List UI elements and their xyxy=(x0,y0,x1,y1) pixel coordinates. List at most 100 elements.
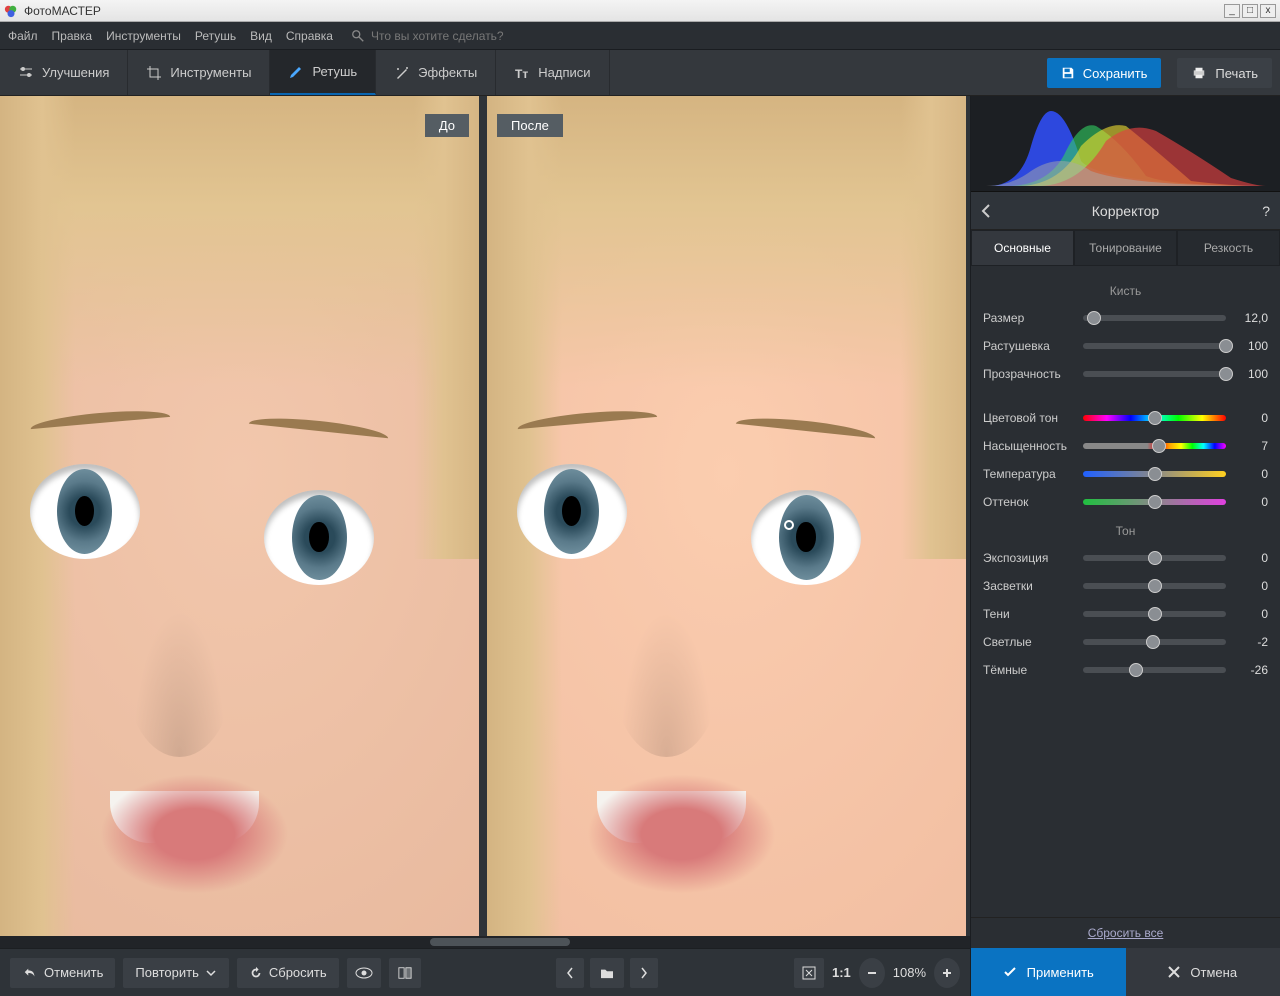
eye-icon xyxy=(355,967,373,979)
panel-tab-sharp[interactable]: Резкость xyxy=(1177,230,1280,266)
tab-text[interactable]: Tт Надписи xyxy=(496,50,609,95)
redo-button[interactable]: Повторить xyxy=(123,958,228,988)
reset-all-link[interactable]: Сбросить все xyxy=(971,917,1280,948)
param-feather-value: 100 xyxy=(1234,339,1268,353)
param-shad: Тени 0 xyxy=(983,600,1268,628)
edit-marker[interactable] xyxy=(832,512,842,522)
nav-next-button[interactable] xyxy=(630,958,658,988)
nav-prev-button[interactable] xyxy=(556,958,584,988)
apply-button[interactable]: Применить xyxy=(971,948,1126,996)
menu-edit[interactable]: Правка xyxy=(52,29,93,43)
param-feather-slider[interactable] xyxy=(1083,343,1226,349)
zoom-11-button[interactable]: 1:1 xyxy=(832,965,851,980)
tab-effects[interactable]: Эффекты xyxy=(376,50,496,95)
menu-help[interactable]: Справка xyxy=(286,29,333,43)
menu-retouch[interactable]: Ретушь xyxy=(195,29,236,43)
view-before[interactable]: До xyxy=(0,96,479,936)
slider-knob[interactable] xyxy=(1146,635,1160,649)
tab-retouch[interactable]: Ретушь xyxy=(270,50,376,95)
undo-label: Отменить xyxy=(44,965,103,980)
param-hue-slider[interactable] xyxy=(1083,415,1226,421)
panel-title: Корректор xyxy=(1092,203,1159,219)
param-black-value: -26 xyxy=(1234,663,1268,677)
param-exp-slider[interactable] xyxy=(1083,555,1226,561)
text-icon: Tт xyxy=(514,65,530,81)
print-label: Печать xyxy=(1215,66,1258,81)
cancel-button[interactable]: Отмена xyxy=(1126,948,1280,996)
param-high: Засветки 0 xyxy=(983,572,1268,600)
panel-tab-basic[interactable]: Основные xyxy=(971,230,1074,266)
panel-back-button[interactable] xyxy=(981,204,991,218)
param-white: Светлые -2 xyxy=(983,628,1268,656)
reset-label: Сбросить xyxy=(269,965,327,980)
search-placeholder[interactable]: Что вы хотите сделать? xyxy=(371,29,504,43)
param-tint: Оттенок 0 xyxy=(983,488,1268,516)
menu-instruments[interactable]: Инструменты xyxy=(106,29,181,43)
slider-knob[interactable] xyxy=(1129,663,1143,677)
compare-toggle-button[interactable] xyxy=(389,958,421,988)
slider-knob[interactable] xyxy=(1219,339,1233,353)
menu-view[interactable]: Вид xyxy=(250,29,272,43)
zoom-out-button[interactable] xyxy=(859,958,885,988)
tab-effects-label: Эффекты xyxy=(418,65,477,80)
param-high-slider[interactable] xyxy=(1083,583,1226,589)
slider-knob[interactable] xyxy=(1148,467,1162,481)
param-size-value: 12,0 xyxy=(1234,311,1268,325)
param-size-slider[interactable] xyxy=(1083,315,1226,321)
reset-button[interactable]: Сбросить xyxy=(237,958,339,988)
param-sat-slider[interactable] xyxy=(1083,443,1226,449)
chevron-down-icon xyxy=(205,967,217,979)
tone-section-label: Тон xyxy=(983,524,1268,538)
window-minimize-button[interactable]: _ xyxy=(1224,4,1240,18)
save-button[interactable]: Сохранить xyxy=(1047,58,1162,88)
param-shad-slider[interactable] xyxy=(1083,611,1226,617)
slider-knob[interactable] xyxy=(1148,495,1162,509)
fit-screen-button[interactable] xyxy=(794,958,824,988)
histogram xyxy=(971,96,1280,192)
param-tint-slider[interactable] xyxy=(1083,499,1226,505)
slider-knob[interactable] xyxy=(1087,311,1101,325)
after-label: После xyxy=(497,114,563,137)
print-button[interactable]: Печать xyxy=(1177,58,1272,88)
param-exp-label: Экспозиция xyxy=(983,551,1075,565)
horizontal-scrollbar[interactable] xyxy=(0,936,970,948)
search-icon xyxy=(351,29,365,43)
param-exp-value: 0 xyxy=(1234,551,1268,565)
param-temp-slider[interactable] xyxy=(1083,471,1226,477)
slider-knob[interactable] xyxy=(1148,579,1162,593)
chevron-left-icon xyxy=(981,204,991,218)
before-label: До xyxy=(425,114,469,137)
save-icon xyxy=(1061,66,1075,80)
tab-enhance-label: Улучшения xyxy=(42,65,109,80)
param-black-slider[interactable] xyxy=(1083,667,1226,673)
menu-file[interactable]: Файл xyxy=(8,29,38,43)
brush-section-label: Кисть xyxy=(983,284,1268,298)
undo-button[interactable]: Отменить xyxy=(10,958,115,988)
param-white-value: -2 xyxy=(1234,635,1268,649)
folder-icon xyxy=(600,967,614,979)
slider-knob[interactable] xyxy=(1148,411,1162,425)
panel-tab-toning[interactable]: Тонирование xyxy=(1074,230,1177,266)
nav-folder-button[interactable] xyxy=(590,958,624,988)
param-white-slider[interactable] xyxy=(1083,639,1226,645)
view-after[interactable]: После xyxy=(487,96,966,936)
tab-enhance[interactable]: Улучшения xyxy=(0,50,128,95)
slider-knob[interactable] xyxy=(1148,551,1162,565)
slider-knob[interactable] xyxy=(1219,367,1233,381)
print-icon xyxy=(1191,66,1207,80)
window-maximize-button[interactable]: □ xyxy=(1242,4,1258,18)
tab-tools-label: Инструменты xyxy=(170,65,251,80)
zoom-in-button[interactable] xyxy=(934,958,960,988)
param-opacity-label: Прозрачность xyxy=(983,367,1075,381)
panel-help-button[interactable]: ? xyxy=(1262,203,1270,219)
slider-knob[interactable] xyxy=(1148,607,1162,621)
tab-tools[interactable]: Инструменты xyxy=(128,50,270,95)
param-opacity-slider[interactable] xyxy=(1083,371,1226,377)
preview-toggle-button[interactable] xyxy=(347,958,381,988)
save-label: Сохранить xyxy=(1083,66,1148,81)
window-close-button[interactable]: x xyxy=(1260,4,1276,18)
param-white-label: Светлые xyxy=(983,635,1075,649)
slider-knob[interactable] xyxy=(1152,439,1166,453)
main-toolbar: Улучшения Инструменты Ретушь Эффекты Tт … xyxy=(0,50,1280,96)
param-black-label: Тёмные xyxy=(983,663,1075,677)
